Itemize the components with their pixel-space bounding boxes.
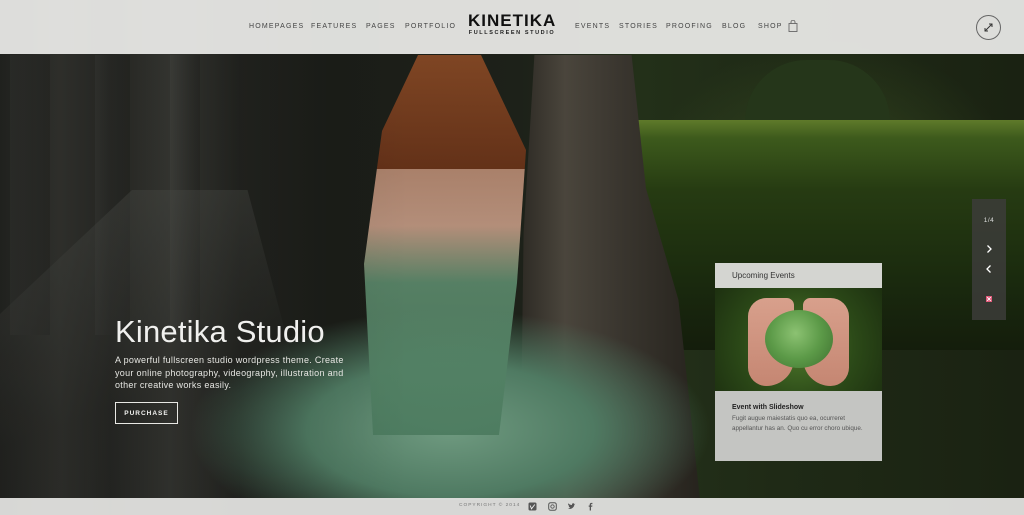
close-slider-icon[interactable] [984,294,994,304]
herb-leaves [765,310,833,368]
twitter-icon[interactable] [567,502,576,511]
copyright-text: COPYRIGHT © 2014 [459,503,521,508]
events-heading: Upcoming Events [715,263,882,288]
hero-title: Kinetika Studio [115,314,325,349]
event-excerpt: Fugit augue maiestatis quo ea, ocurreret… [732,415,863,432]
site-footer: COPYRIGHT © 2014 [0,498,1024,515]
logo-tagline: FULLSCREEN STUDIO [468,30,556,36]
upcoming-events-card[interactable]: Upcoming Events Event with Slideshow Fug… [715,263,882,461]
event-title[interactable]: Event with Slideshow [732,404,882,411]
next-slide-icon[interactable] [984,244,994,254]
nav-shop[interactable]: SHOP [758,23,783,30]
prev-slide-icon[interactable] [984,264,994,274]
purchase-button[interactable]: PURCHASE [115,402,178,424]
site-logo[interactable]: KINETIKA FULLSCREEN STUDIO [468,11,557,37]
slider-controls: 1/4 [972,199,1006,320]
nav-portfolio[interactable]: PORTFOLIO [405,23,456,30]
vimeo-icon[interactable] [528,502,537,511]
instagram-icon[interactable] [548,502,557,511]
nav-features[interactable]: FEATURES [311,23,357,30]
shopping-bag-icon[interactable] [788,20,798,32]
facebook-icon[interactable] [586,502,595,511]
event-body: Event with Slideshow Fugit augue maiesta… [715,391,882,461]
fullscreen-expand-icon [984,23,993,32]
nav-blog[interactable]: BLOG [722,23,746,30]
logo-name: KINETIKA [468,11,557,30]
event-image[interactable] [715,288,882,391]
nav-events[interactable]: EVENTS [575,23,610,30]
site-header: HOMEPAGES FEATURES PAGES PORTFOLIO KINET… [0,0,1024,54]
fullscreen-expand-button[interactable] [976,15,1001,40]
nav-proofing[interactable]: PROOFING [666,23,713,30]
nav-homepages[interactable]: HOMEPAGES [249,23,304,30]
nav-pages[interactable]: PAGES [366,23,396,30]
hero-description: A powerful fullscreen studio wordpress t… [115,355,344,390]
slide-counter: 1/4 [983,217,995,224]
nav-stories[interactable]: STORIES [619,23,658,30]
